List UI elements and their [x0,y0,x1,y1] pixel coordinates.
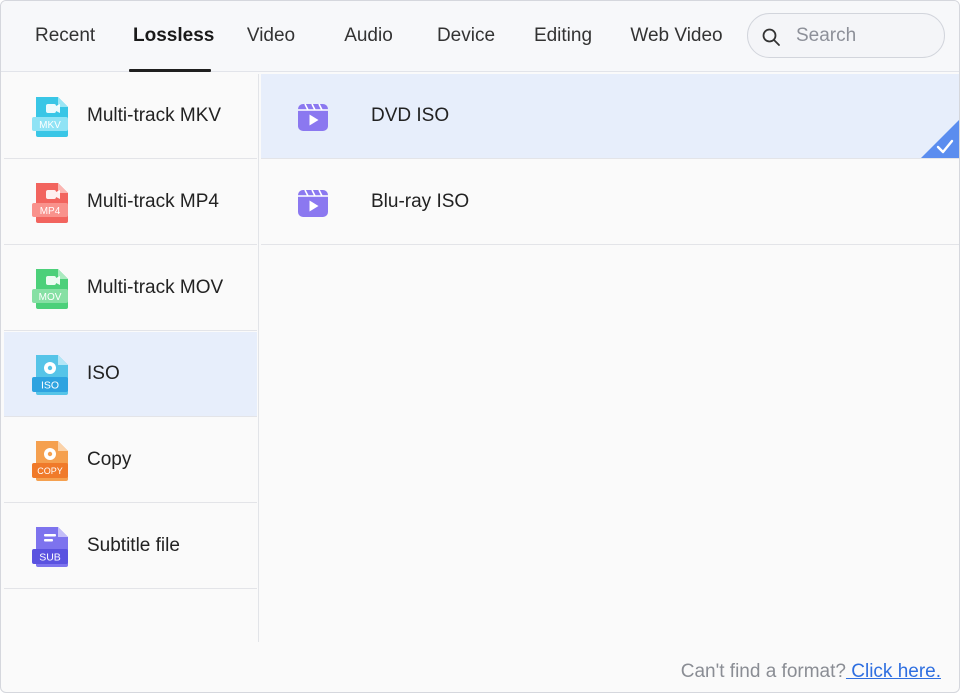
iso-disc-icon: ISO [32,355,68,395]
video-play-icon [298,103,328,131]
category-multi-track-mkv[interactable]: MKV Multi-track MKV [4,74,257,159]
format-list: DVD ISO Blu-ray ISO [261,74,959,245]
format-picker-panel: Recent Lossless Video Audio Device Editi… [0,0,960,693]
format-dvd-iso[interactable]: DVD ISO [261,74,959,159]
tab-audio[interactable]: Audio [342,1,395,72]
category-label: Multi-track MOV [87,277,224,298]
category-copy[interactable]: COPY Copy [4,418,257,503]
tab-device[interactable]: Device [436,1,496,72]
category-label: Copy [87,449,132,470]
category-list: MKV Multi-track MKV MP4 Multi-track MP4 [4,74,257,644]
svg-text:MKV: MKV [39,120,61,131]
category-multi-track-mov[interactable]: MOV Multi-track MOV [4,246,257,331]
svg-text:MOV: MOV [39,292,62,303]
search-input[interactable] [796,22,936,50]
video-play-icon [298,189,328,217]
svg-text:COPY: COPY [37,466,63,476]
format-label: DVD ISO [371,105,450,126]
category-label: Multi-track MP4 [87,191,219,212]
click-here-link[interactable]: Click here. [846,661,941,682]
footer-prompt: Can't find a format? [680,661,846,682]
format-label: Blu-ray ISO [371,191,470,212]
column-divider [258,74,259,642]
copy-disc-icon: COPY [32,441,68,481]
check-icon [921,120,959,158]
format-blu-ray-iso[interactable]: Blu-ray ISO [261,160,959,245]
category-multi-track-mp4[interactable]: MP4 Multi-track MP4 [4,160,257,245]
search-box[interactable] [747,13,945,58]
svg-text:ISO: ISO [41,380,59,392]
format-tabs: Recent Lossless Video Audio Device Editi… [1,1,959,72]
mkv-file-icon: MKV [32,97,68,137]
tab-recent[interactable]: Recent [35,1,95,72]
tab-video[interactable]: Video [245,1,297,72]
category-iso[interactable]: ISO ISO [4,332,257,417]
svg-text:SUB: SUB [39,552,61,564]
tab-web-video[interactable]: Web Video [628,1,725,72]
search-icon [762,28,780,46]
mov-file-icon: MOV [32,269,68,309]
category-label: ISO [87,363,120,384]
subtitle-file-icon: SUB [32,527,68,567]
category-subtitle-file[interactable]: SUB Subtitle file [4,504,257,589]
category-label: Subtitle file [87,535,180,556]
tab-editing[interactable]: Editing [532,1,594,72]
svg-text:MP4: MP4 [40,206,61,217]
mp4-file-icon: MP4 [32,183,68,223]
footer-help: Can't find a format? Click here. [681,661,941,683]
category-label: Multi-track MKV [87,105,222,126]
tab-lossless[interactable]: Lossless [129,1,214,72]
